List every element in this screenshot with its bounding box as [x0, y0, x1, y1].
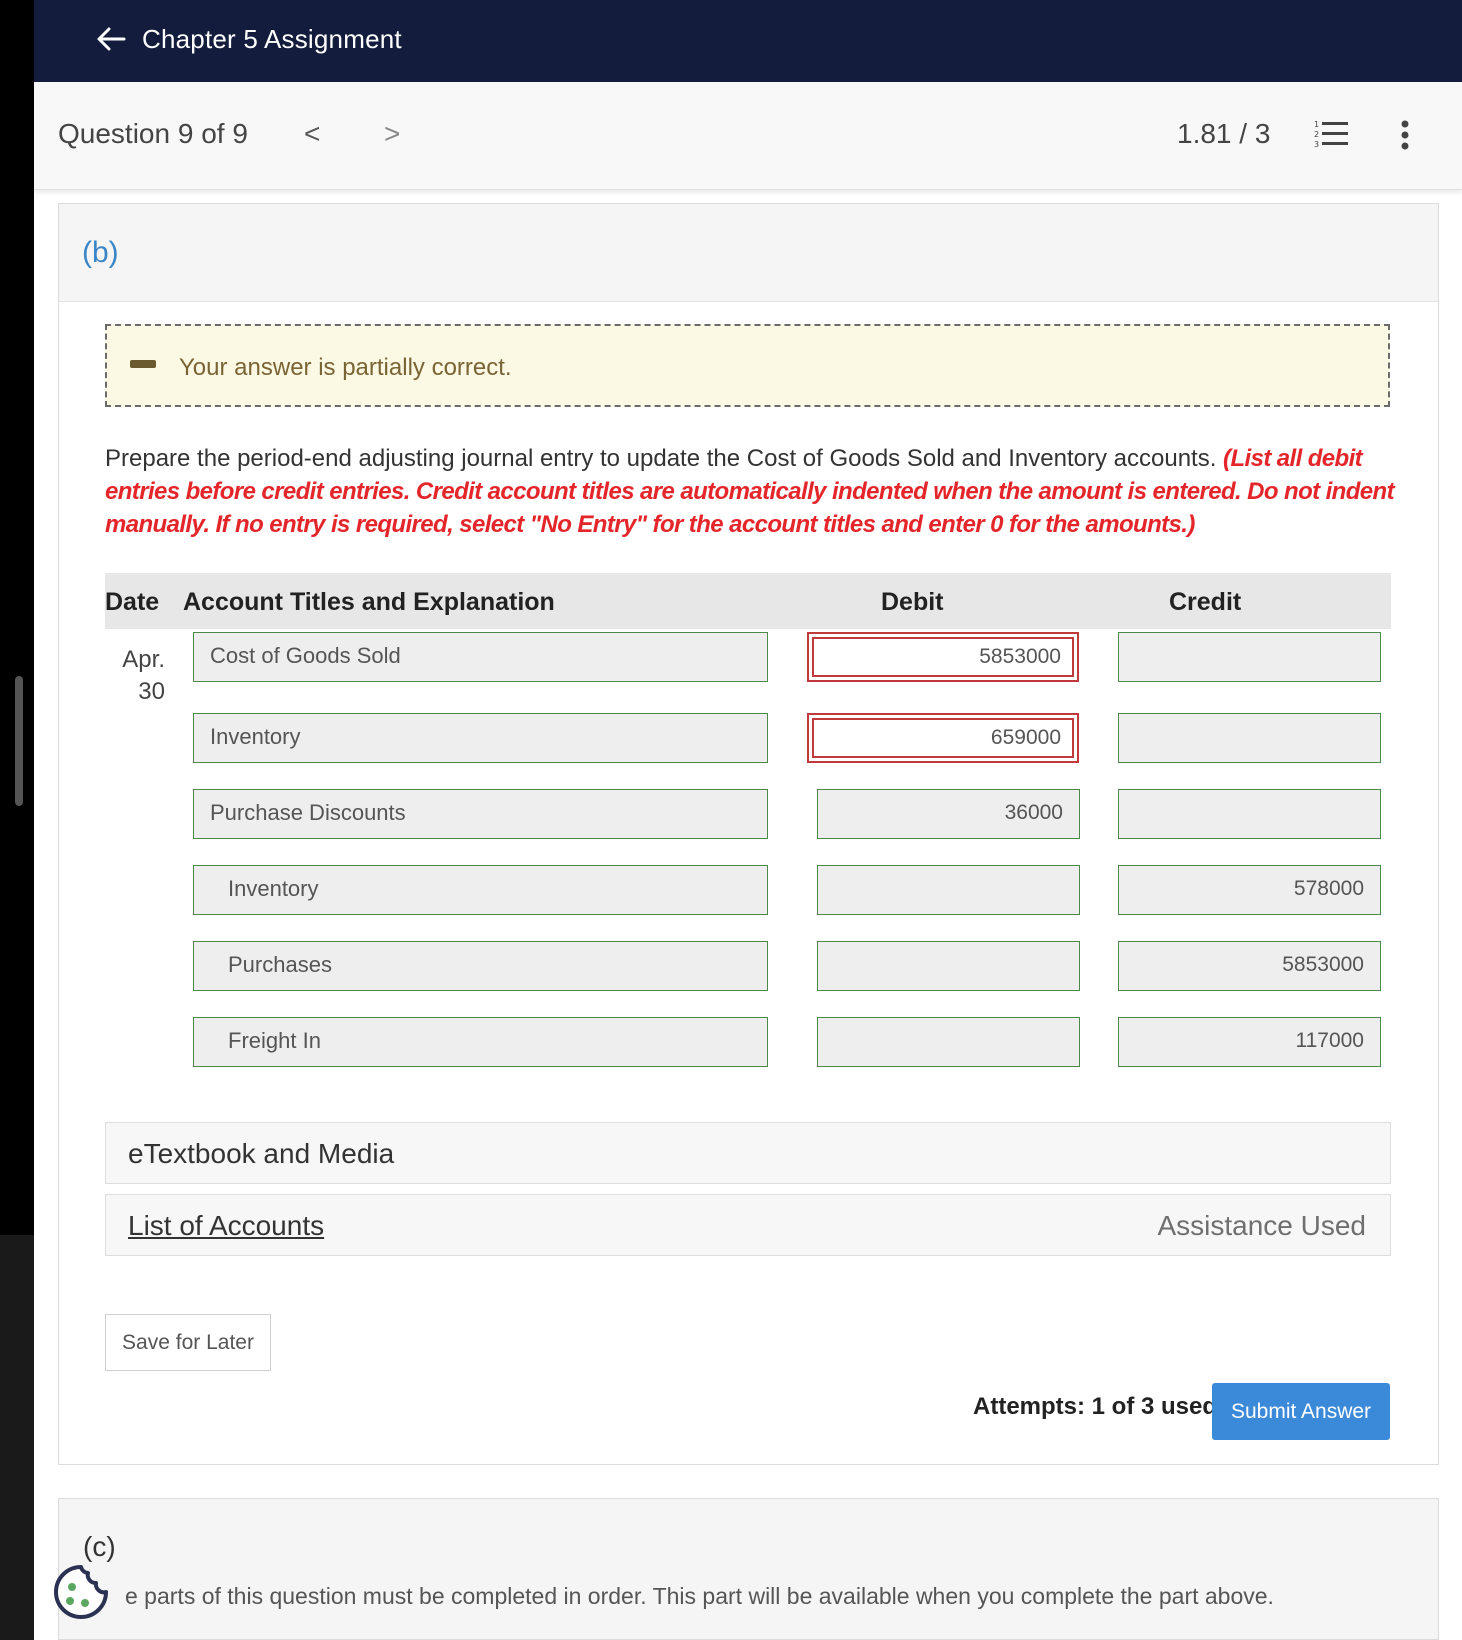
scrollbar-thumb[interactable]: [15, 676, 23, 806]
entry-date: Apr. 30: [119, 644, 165, 708]
instructions-text: Prepare the period-end adjusting journal…: [105, 445, 1224, 472]
debit-amount-field[interactable]: 659000: [807, 713, 1079, 763]
top-header: Chapter 5 Assignment: [34, 0, 1462, 82]
credit-column-header: Credit: [1169, 588, 1242, 616]
credit-amount-field[interactable]: [1118, 789, 1381, 839]
part-c-locked-message: e parts of this question must be complet…: [125, 1583, 1274, 1609]
svg-text:3: 3: [1314, 140, 1319, 149]
debit-amount-field[interactable]: [817, 1017, 1080, 1067]
account-title-field[interactable]: Freight In: [193, 1017, 768, 1067]
vertical-ellipsis-icon[interactable]: [1400, 120, 1410, 150]
entry-date-day: 30: [138, 678, 165, 705]
arrow-left-icon[interactable]: [94, 22, 128, 56]
credit-amount-field[interactable]: 578000: [1118, 865, 1381, 915]
question-navigation-bar: Question 9 of 9 < > 1.81 / 3 1 2 3: [34, 82, 1462, 190]
svg-text:1: 1: [1314, 120, 1319, 129]
journal-table-header: Date Account Titles and Explanation Debi…: [105, 573, 1391, 629]
assistance-used-label: Assistance Used: [1157, 1210, 1366, 1241]
question-counter: Question 9 of 9: [58, 118, 248, 149]
etextbook-media-label[interactable]: eTextbook and Media: [128, 1138, 394, 1170]
numbered-list-icon[interactable]: 1 2 3: [1314, 118, 1348, 150]
account-title-field[interactable]: Cost of Goods Sold: [193, 632, 768, 682]
credit-amount-field[interactable]: 5853000: [1118, 941, 1381, 991]
save-for-later-button[interactable]: Save for Later: [105, 1314, 271, 1371]
debit-amount-field[interactable]: [817, 941, 1080, 991]
credit-amount-field[interactable]: [1118, 713, 1381, 763]
submit-answer-button[interactable]: Submit Answer: [1212, 1383, 1390, 1440]
partial-indicator-icon: [130, 360, 156, 368]
question-instructions: Prepare the period-end adjusting journal…: [105, 442, 1395, 541]
part-b-header: (b): [59, 204, 1438, 302]
entry-date-month: Apr.: [122, 646, 165, 673]
question-part-c: (c) e parts of this question must be com…: [58, 1498, 1439, 1640]
debit-amount-field[interactable]: 5853000: [807, 632, 1079, 682]
list-of-accounts-link[interactable]: List of Accounts: [128, 1210, 324, 1242]
left-edge-strip: [0, 0, 34, 1640]
cookie-icon[interactable]: [52, 1563, 110, 1621]
svg-text:2: 2: [1314, 130, 1319, 139]
notice-message: Your answer is partially correct.: [179, 354, 512, 381]
credit-amount-field[interactable]: 117000: [1118, 1017, 1381, 1067]
partial-correct-notice: Your answer is partially correct.: [105, 324, 1390, 407]
account-title-field[interactable]: Purchase Discounts: [193, 789, 768, 839]
question-part-b: (b) Your answer is partially correct. Pr…: [58, 203, 1439, 1465]
date-column-header: Date: [105, 588, 160, 616]
credit-amount-field[interactable]: [1118, 632, 1381, 682]
debit-amount-field[interactable]: [817, 865, 1080, 915]
score-display: 1.81 / 3: [1177, 118, 1271, 149]
account-title-field[interactable]: Inventory: [193, 865, 768, 915]
next-question-button[interactable]: >: [384, 118, 400, 150]
etextbook-media-bar[interactable]: eTextbook and Media: [105, 1122, 1391, 1184]
previous-question-button[interactable]: <: [304, 118, 320, 150]
part-b-label: (b): [82, 236, 119, 269]
assistance-bar: List of Accounts Assistance Used: [105, 1194, 1391, 1256]
account-title-field[interactable]: Inventory: [193, 713, 768, 763]
debit-column-header: Debit: [881, 588, 944, 616]
account-title-field[interactable]: Purchases: [193, 941, 768, 991]
account-column-header: Account Titles and Explanation: [183, 588, 555, 616]
attempts-counter: Attempts: 1 of 3 used: [973, 1393, 1218, 1420]
left-edge-lower: [0, 1235, 34, 1640]
assignment-title: Chapter 5 Assignment: [142, 24, 402, 54]
debit-amount-field[interactable]: 36000: [817, 789, 1080, 839]
part-c-label: (c): [83, 1531, 116, 1562]
